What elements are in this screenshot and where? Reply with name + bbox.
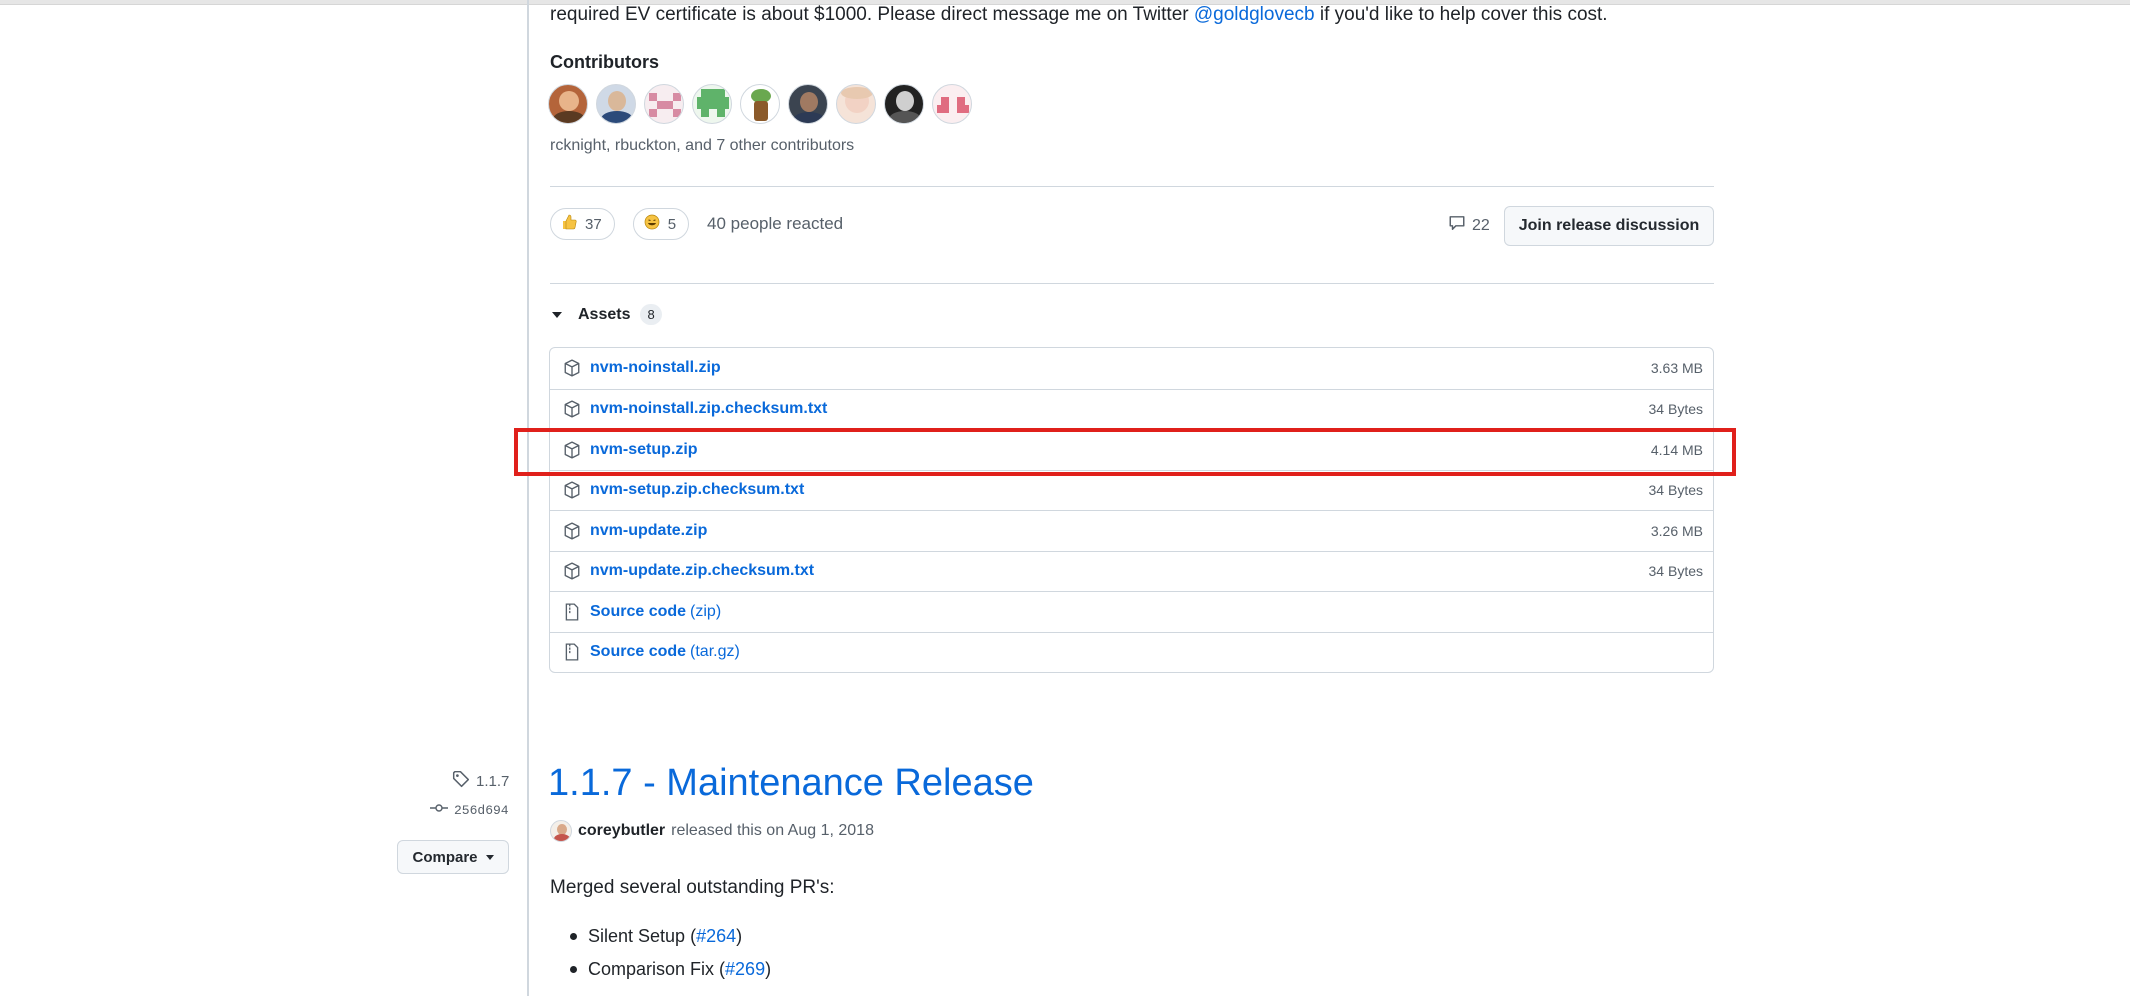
- contributor-avatar[interactable]: [644, 84, 684, 124]
- asset-row: Source code (zip): [550, 591, 1713, 632]
- package-icon: [562, 561, 582, 581]
- source-code-label: Source code: [590, 643, 687, 661]
- contributor-avatar[interactable]: [692, 84, 732, 124]
- package-icon: [562, 440, 582, 460]
- asset-link[interactable]: nvm-update.zip: [590, 522, 707, 540]
- release-title[interactable]: 1.1.7 - Maintenance Release: [548, 762, 1034, 805]
- assets-count-badge: 8: [640, 304, 662, 325]
- caret-down-icon: [552, 311, 562, 318]
- asset-row: nvm-update.zip 3.26 MB: [550, 510, 1713, 551]
- reactions-bar: 37 5 40 people reacted: [550, 208, 843, 240]
- asset-row: nvm-setup.zip.checksum.txt 34 Bytes: [550, 469, 1713, 511]
- ev-certificate-note: required EV certificate is about $1000. …: [550, 4, 1608, 26]
- laugh-icon: [644, 214, 660, 234]
- source-code-format: (zip): [690, 602, 722, 620]
- contributors-avatars: [548, 84, 972, 124]
- release-commit[interactable]: 256d694: [430, 801, 509, 819]
- released-date: released this on Aug 1, 2018: [671, 822, 874, 839]
- compare-button[interactable]: Compare: [397, 840, 509, 874]
- join-release-discussion-button[interactable]: Join release discussion: [1504, 206, 1714, 246]
- asset-size: 34 Bytes: [1648, 482, 1703, 499]
- asset-row: Source code (tar.gz): [550, 631, 1713, 673]
- source-code-zip-link[interactable]: Source code (zip): [590, 603, 721, 621]
- commit-sha: 256d694: [454, 802, 509, 818]
- asset-link[interactable]: nvm-setup.zip.checksum.txt: [590, 481, 804, 499]
- contributor-avatar[interactable]: [836, 84, 876, 124]
- file-zip-icon: [562, 642, 582, 662]
- tag-name: 1.1.7: [476, 772, 510, 790]
- thumbs-up-icon: [561, 214, 577, 234]
- release-body: Merged several outstanding PR's:: [550, 877, 835, 898]
- comment-count-value: 22: [1472, 216, 1490, 234]
- git-commit-icon: [430, 801, 448, 819]
- source-code-format: (tar.gz): [690, 643, 740, 661]
- package-icon: [562, 358, 582, 378]
- package-icon: [562, 399, 582, 419]
- contributor-avatar[interactable]: [740, 84, 780, 124]
- contributor-avatar[interactable]: [788, 84, 828, 124]
- assets-label: Assets: [578, 305, 631, 323]
- caret-down-icon: [485, 854, 494, 860]
- comment-icon: [1448, 214, 1466, 237]
- author-avatar[interactable]: [550, 820, 572, 842]
- asset-size: 3.63 MB: [1650, 360, 1703, 377]
- asset-link[interactable]: nvm-update.zip.checksum.txt: [590, 562, 814, 580]
- assets-list: nvm-noinstall.zip 3.63 MB nvm-noinstall.…: [549, 347, 1714, 673]
- asset-link[interactable]: nvm-noinstall.zip: [590, 359, 721, 377]
- asset-size: 34 Bytes: [1648, 563, 1703, 580]
- asset-link[interactable]: nvm-setup.zip: [590, 441, 698, 459]
- contributors-summary: rcknight, rbuckton, and 7 other contribu…: [550, 137, 855, 154]
- twitter-link[interactable]: @goldglovecb: [1194, 4, 1315, 25]
- timeline-line: [527, 0, 529, 996]
- release-tag[interactable]: 1.1.7: [452, 770, 509, 792]
- contributor-avatar[interactable]: [932, 84, 972, 124]
- divider: [550, 283, 1714, 284]
- contributor-avatar[interactable]: [884, 84, 924, 124]
- asset-size: 4.14 MB: [1650, 441, 1703, 458]
- pr-link[interactable]: #269: [725, 959, 765, 979]
- asset-size: 3.26 MB: [1650, 522, 1703, 539]
- reacted-summary: 40 people reacted: [707, 214, 844, 233]
- contributor-avatar[interactable]: [548, 84, 588, 124]
- source-code-label: Source code: [590, 602, 687, 620]
- reaction-count: 37: [585, 215, 602, 233]
- author-link[interactable]: coreybutler: [578, 822, 665, 840]
- list-item: Silent Setup (#264): [570, 922, 771, 955]
- list-item: Comparison Fix (#269): [570, 955, 771, 988]
- assets-toggle[interactable]: Assets 8: [552, 304, 662, 325]
- bullet-text: Comparison Fix (: [588, 959, 726, 979]
- asset-row: nvm-update.zip.checksum.txt 34 Bytes: [550, 550, 1713, 592]
- pr-link[interactable]: #264: [696, 926, 736, 946]
- release-meta: coreybutler released this on Aug 1, 2018: [550, 820, 874, 842]
- release-notes-list: Silent Setup (#264) Comparison Fix (#269…: [570, 922, 771, 988]
- asset-row: nvm-noinstall.zip.checksum.txt 34 Bytes: [550, 388, 1713, 430]
- contributor-avatar[interactable]: [596, 84, 636, 124]
- reaction-laugh[interactable]: 5: [632, 208, 690, 240]
- compare-label: Compare: [412, 848, 478, 866]
- package-icon: [562, 521, 582, 541]
- ev-text-after: if you'd like to help cover this cost.: [1314, 4, 1608, 25]
- source-code-targz-link[interactable]: Source code (tar.gz): [590, 643, 740, 661]
- reaction-thumbs-up[interactable]: 37: [550, 208, 615, 240]
- bullet-close: ): [736, 926, 743, 946]
- asset-row: nvm-setup.zip 4.14 MB: [550, 429, 1713, 470]
- file-zip-icon: [562, 602, 582, 622]
- ev-text-before: required EV certificate is about $1000. …: [550, 4, 1194, 25]
- contributors-heading: Contributors: [550, 52, 659, 72]
- tag-icon: [452, 770, 470, 792]
- asset-size: 34 Bytes: [1648, 401, 1703, 418]
- divider: [550, 186, 1714, 187]
- comment-count[interactable]: 22: [1448, 214, 1490, 237]
- bullet-text: Silent Setup (: [588, 926, 697, 946]
- asset-row: nvm-noinstall.zip 3.63 MB: [550, 348, 1713, 389]
- asset-link[interactable]: nvm-noinstall.zip.checksum.txt: [590, 400, 827, 418]
- reaction-count: 5: [667, 215, 677, 233]
- bullet-close: ): [765, 959, 772, 979]
- package-icon: [562, 480, 582, 500]
